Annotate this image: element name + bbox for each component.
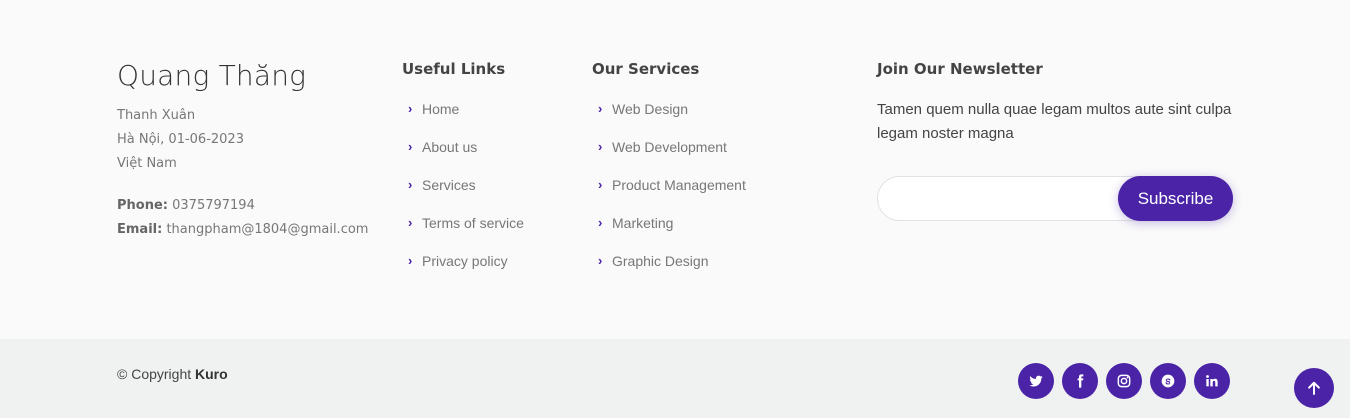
skype-icon — [1161, 374, 1175, 388]
link-graphic-design[interactable]: Graphic Design — [612, 251, 709, 271]
list-item: › Marketing — [592, 211, 852, 249]
facebook-link[interactable] — [1062, 363, 1098, 399]
phone-value: 0375797194 — [172, 198, 255, 213]
brand-name: Quang Thăng — [117, 59, 307, 92]
chevron-right-icon: › — [408, 177, 413, 192]
chevron-right-icon: › — [598, 215, 603, 230]
email-value: thangpham@1804@gmail.com — [166, 222, 369, 237]
back-to-top-button[interactable] — [1294, 368, 1334, 408]
link-privacy-policy[interactable]: Privacy policy — [422, 251, 508, 271]
chevron-right-icon: › — [408, 215, 413, 230]
chevron-right-icon: › — [598, 139, 603, 154]
list-item: › Privacy policy — [402, 249, 582, 287]
chevron-right-icon: › — [408, 139, 413, 154]
list-item: › Home — [402, 97, 582, 135]
address: Thanh Xuân Hà Nội, 01-06-2023 Việt Nam — [117, 104, 377, 176]
newsletter-email-input[interactable] — [892, 187, 1112, 211]
contact-info: Phone: 0375797194 Email: thangpham@1804@… — [117, 194, 377, 242]
newsletter: Join Our Newsletter Tamen quem nulla qua… — [877, 58, 1237, 221]
social-links — [1018, 363, 1230, 399]
facebook-icon — [1077, 374, 1084, 388]
copyright: © Copyright Kuro — [117, 365, 228, 383]
arrow-up-icon — [1308, 381, 1320, 395]
phone-row: Phone: 0375797194 — [117, 194, 377, 218]
copyright-prefix: © Copyright — [117, 366, 192, 382]
link-web-development[interactable]: Web Development — [612, 137, 727, 157]
newsletter-form: Subscribe — [877, 176, 1233, 221]
phone-label: Phone: — [117, 198, 168, 213]
chevron-right-icon: › — [598, 177, 603, 192]
our-services: Our Services › Web Design › Web Developmen… — [592, 58, 852, 287]
our-services-list: › Web Design › Web Development › Product Ma… — [592, 97, 852, 287]
address-line: Thanh Xuân — [117, 108, 196, 123]
link-product-management[interactable]: Product Management — [612, 175, 746, 195]
useful-links: Useful Links › Home › About us › Services ›… — [402, 58, 582, 287]
twitter-link[interactable] — [1018, 363, 1054, 399]
list-item: › Services — [402, 173, 582, 211]
list-item: › Web Design — [592, 97, 852, 135]
subscribe-button[interactable]: Subscribe — [1118, 176, 1233, 221]
instagram-link[interactable] — [1106, 363, 1142, 399]
useful-links-list: › Home › About us › Services › Terms of serv… — [402, 97, 582, 287]
newsletter-title: Join Our Newsletter — [877, 60, 1043, 78]
link-services[interactable]: Services — [422, 175, 476, 195]
copyright-brand: Kuro — [195, 366, 228, 382]
footer-brand: Quang Thăng Thanh Xuân Hà Nội, 01-06-202… — [117, 58, 377, 242]
email-label: Email: — [117, 222, 163, 237]
address-line: Hà Nội, 01-06-2023 — [117, 132, 244, 147]
chevron-right-icon: › — [408, 253, 413, 268]
link-terms-of-service[interactable]: Terms of service — [422, 213, 524, 233]
linkedin-link[interactable] — [1194, 363, 1230, 399]
link-web-design[interactable]: Web Design — [612, 99, 688, 119]
list-item: › Graphic Design — [592, 249, 852, 287]
email-row: Email: thangpham@1804@gmail.com — [117, 218, 377, 242]
useful-links-title: Useful Links — [402, 60, 506, 78]
twitter-icon — [1029, 375, 1043, 387]
address-line: Việt Nam — [117, 156, 177, 171]
list-item: › Terms of service — [402, 211, 582, 249]
list-item: › Product Management — [592, 173, 852, 211]
link-about-us[interactable]: About us — [422, 137, 477, 157]
link-home[interactable]: Home — [422, 99, 459, 119]
instagram-icon — [1117, 374, 1131, 388]
link-marketing[interactable]: Marketing — [612, 213, 673, 233]
newsletter-text: Tamen quem nulla quae legam multos aute … — [877, 101, 1232, 142]
skype-link[interactable] — [1150, 363, 1186, 399]
chevron-right-icon: › — [598, 101, 603, 116]
list-item: › About us — [402, 135, 582, 173]
chevron-right-icon: › — [408, 101, 413, 116]
list-item: › Web Development — [592, 135, 852, 173]
linkedin-icon — [1206, 375, 1218, 387]
our-services-title: Our Services — [592, 60, 700, 78]
chevron-right-icon: › — [598, 253, 603, 268]
